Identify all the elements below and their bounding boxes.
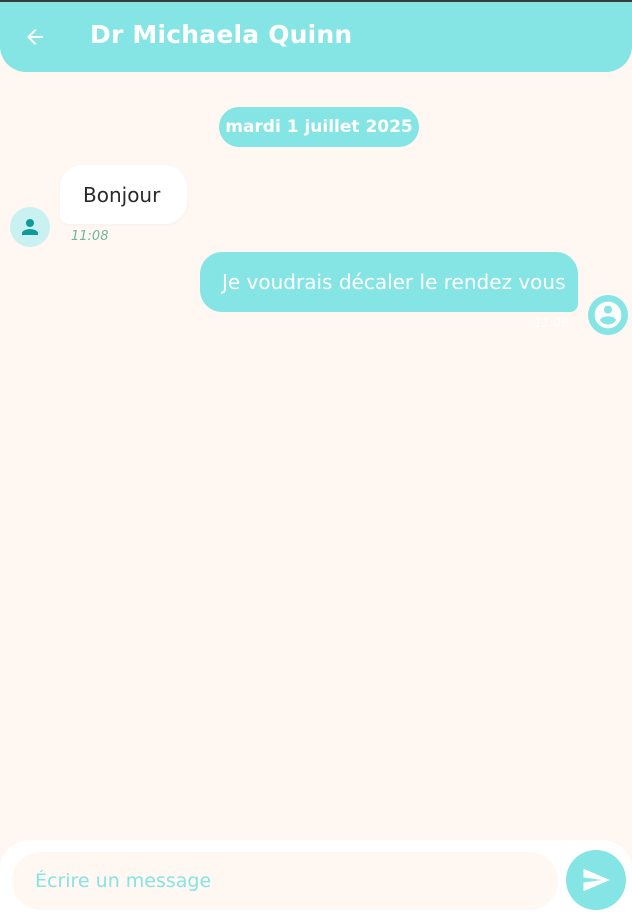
arrow-left-icon	[27, 29, 43, 45]
doctor-avatar	[10, 207, 50, 247]
message-time-incoming: 11:08	[71, 229, 109, 244]
chat-header: Dr Michaela Quinn	[0, 2, 632, 72]
account-circle-icon	[594, 301, 622, 329]
user-avatar	[588, 295, 628, 335]
send-icon	[583, 868, 610, 892]
message-composer	[0, 840, 632, 912]
date-separator: mardi 1 juillet 2025	[219, 107, 419, 147]
message-bubble-incoming[interactable]: Bonjour	[60, 165, 187, 224]
message-bubble-outgoing[interactable]: Je voudrais décaler le rendez vous	[200, 252, 578, 312]
back-button[interactable]	[20, 22, 50, 52]
message-time-outgoing: 11:08	[534, 316, 569, 330]
person-icon	[22, 219, 38, 235]
message-input[interactable]	[12, 852, 558, 910]
contact-name: Dr Michaela Quinn	[90, 20, 353, 49]
send-button[interactable]	[566, 850, 626, 910]
